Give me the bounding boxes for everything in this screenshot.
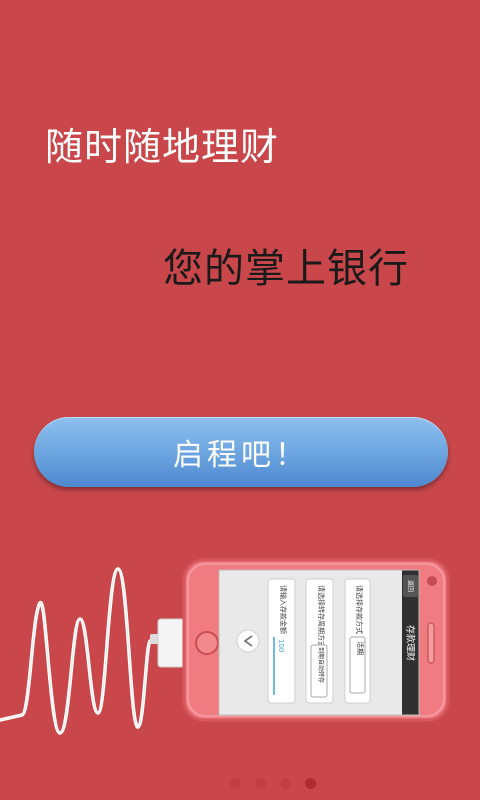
phone-back-label: 返回: [407, 580, 414, 592]
heartbeat-cable: [0, 567, 158, 735]
field-value: 100: [277, 639, 285, 652]
phone-home-button: [195, 631, 219, 655]
page-indicator: [230, 778, 316, 789]
chevron-left-icon: [236, 629, 260, 653]
field-label: 请选择存款方式: [355, 585, 364, 634]
onboarding-screen: 随时随地理财 您的掌上银行 启程吧！ 存款理财 返回 请选择存款方式 活期 请选…: [0, 0, 480, 800]
field-label: 请选择转存周期方式: [317, 585, 326, 648]
page-dot[interactable]: [280, 778, 291, 789]
page-dot[interactable]: [255, 778, 266, 789]
page-dot-active[interactable]: [305, 778, 316, 789]
phone-illustration: 存款理财 返回 请选择存款方式 活期 请选择转存周期方式 到期自动转存 请输入存…: [0, 558, 450, 735]
phone-header-title: 存款理财: [405, 625, 417, 661]
field-value: 到期自动转存: [317, 647, 325, 683]
field-label: 请输入存款金额: [279, 585, 288, 634]
field-value: 活期: [356, 641, 365, 655]
tagline-primary: 随时随地理财: [45, 125, 280, 169]
start-button[interactable]: 启程吧！: [34, 417, 448, 487]
page-dot[interactable]: [230, 778, 241, 789]
tagline-secondary: 您的掌上银行: [163, 246, 409, 292]
